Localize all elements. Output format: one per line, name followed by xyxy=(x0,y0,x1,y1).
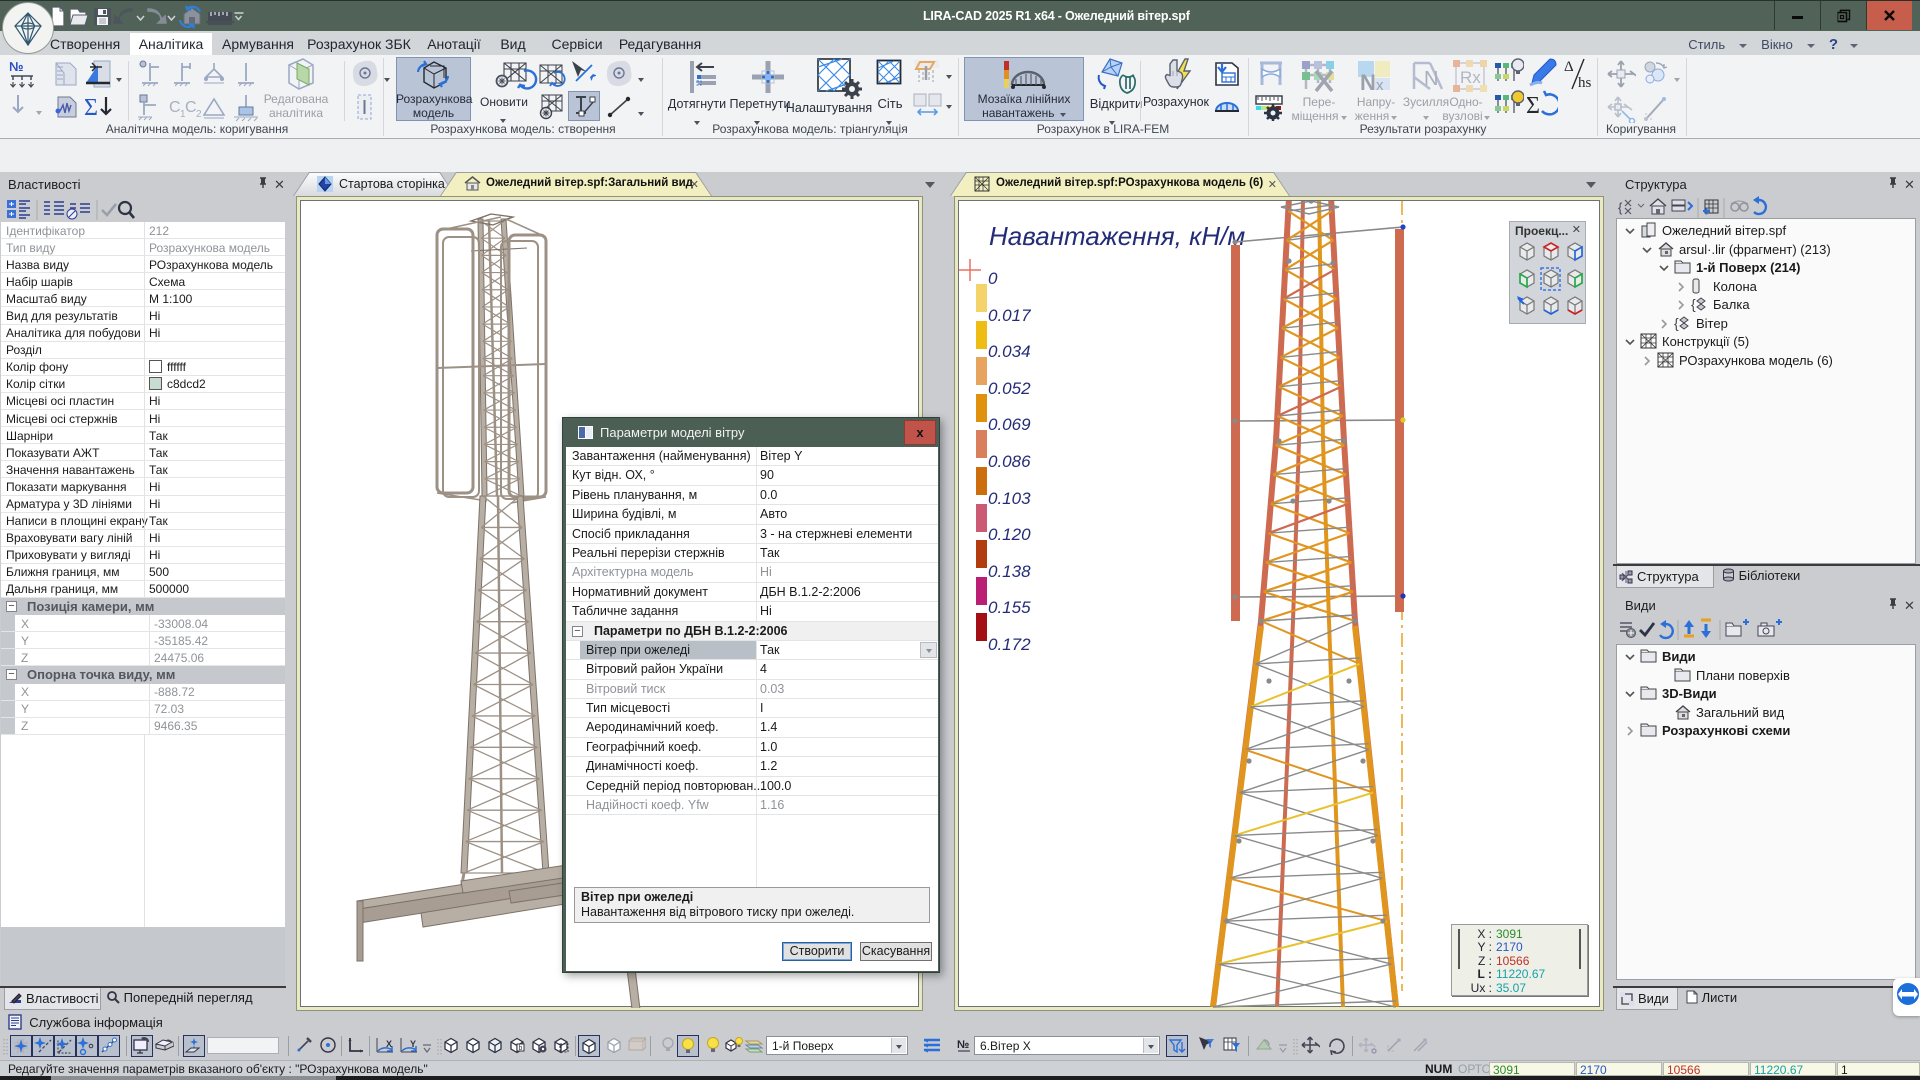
svg-text:Σ: Σ xyxy=(84,95,98,121)
svg-text:Σ: Σ xyxy=(1526,93,1540,119)
svg-text:№: № xyxy=(9,59,24,74)
svg-text:N: N xyxy=(1424,68,1438,90)
svg-text:{: { xyxy=(1618,200,1623,215)
svg-text:N: N xyxy=(1360,70,1376,93)
svg-text:Y: Y xyxy=(410,1039,416,1049)
svg-text:X: X xyxy=(386,1039,392,1049)
svg-text:hs: hs xyxy=(1578,75,1592,91)
svg-text:C: C xyxy=(185,99,197,116)
svg-text:x: x xyxy=(1376,77,1384,93)
svg-text:C: C xyxy=(169,99,181,116)
svg-text:{: { xyxy=(1674,315,1679,331)
svg-text:№: № xyxy=(957,1039,969,1051)
svg-text:Rx: Rx xyxy=(1460,68,1481,87)
svg-text:{: { xyxy=(1691,296,1696,312)
svg-text:Δ: Δ xyxy=(1564,59,1574,75)
svg-text:b: b xyxy=(519,1045,523,1052)
